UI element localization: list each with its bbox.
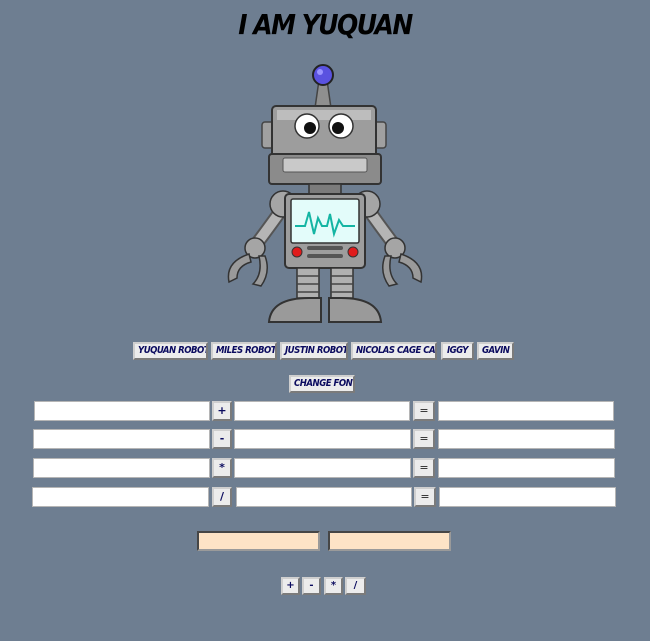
- first-number-input[interactable]: [197, 531, 320, 551]
- operand-2-input[interactable]: [234, 458, 411, 478]
- result-input[interactable]: [438, 429, 615, 449]
- subtract-button[interactable]: -: [302, 577, 321, 595]
- divide-button[interactable]: /: [345, 577, 366, 595]
- operand-1-input[interactable]: [33, 458, 210, 478]
- robot-image: [227, 64, 423, 323]
- equals-button[interactable]: =: [413, 458, 435, 478]
- operand-1-input[interactable]: [33, 429, 210, 449]
- multiply-button[interactable]: *: [324, 577, 343, 595]
- second-number-input[interactable]: [328, 531, 451, 551]
- equals-button[interactable]: =: [414, 487, 436, 507]
- yuquan-robot-button[interactable]: YUQUAN ROBOT: [133, 342, 208, 360]
- add-button[interactable]: +: [281, 577, 300, 595]
- result-input[interactable]: [439, 487, 616, 507]
- operand-2-input[interactable]: [234, 429, 411, 449]
- gavin-button[interactable]: GAVIN: [477, 342, 514, 360]
- equals-button[interactable]: =: [413, 429, 435, 449]
- result-input[interactable]: [438, 458, 615, 478]
- nicolas-cage-cat-button[interactable]: NICOLAS CAGE CAT: [351, 342, 437, 360]
- add-operator-button[interactable]: +: [212, 401, 232, 421]
- page-title: I AM YUQUAN: [238, 8, 413, 41]
- iggy-button[interactable]: IGGY: [441, 342, 474, 360]
- subtract-operator-button[interactable]: -: [212, 429, 232, 449]
- result-input[interactable]: [438, 401, 614, 421]
- change-font-button[interactable]: CHANGE FONT: [289, 375, 355, 393]
- operand-2-input[interactable]: [234, 401, 410, 421]
- equals-button[interactable]: =: [413, 401, 435, 421]
- multiply-operator-button[interactable]: *: [212, 458, 232, 478]
- justin-robot-button[interactable]: JUSTIN ROBOT: [280, 342, 348, 360]
- operand-1-input[interactable]: [34, 401, 210, 421]
- operand-1-input[interactable]: [32, 487, 209, 507]
- divide-operator-button[interactable]: /: [212, 487, 232, 507]
- miles-robot-button[interactable]: MILES ROBOT: [211, 342, 277, 360]
- operand-2-input[interactable]: [236, 487, 412, 507]
